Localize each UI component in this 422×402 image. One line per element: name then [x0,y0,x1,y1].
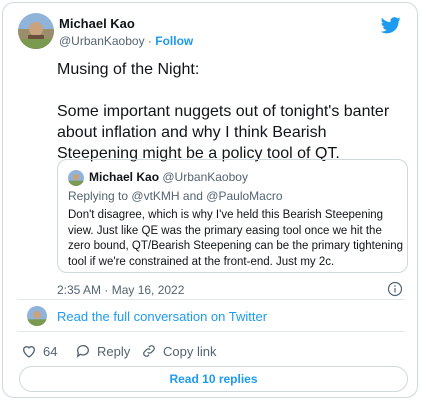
author-avatar[interactable] [18,13,54,49]
quoted-author-handle: @UrbanKaoboy [162,170,248,184]
like-count: 64 [43,343,58,359]
embedded-tweet-card: Michael Kao @UrbanKaoboy · Follow Musing… [2,2,418,398]
quoted-tweet[interactable]: Michael Kao @UrbanKaoboy Replying to @vt… [57,159,408,273]
read-full-conversation-link[interactable]: Read the full conversation on Twitter [57,309,267,324]
follow-button[interactable]: Follow [155,34,193,48]
reply-button[interactable]: Reply [75,343,130,359]
replying-conjunction: and [182,189,203,203]
quoted-author: Michael Kao @UrbanKaoboy [89,170,248,184]
divider-bottom [17,331,405,332]
author-handle[interactable]: @UrbanKaoboy [59,34,145,48]
tweet-paragraph-1: Musing of the Night: [57,61,200,78]
divider-top [17,299,405,300]
copy-link-button[interactable]: Copy link [141,343,216,359]
reply-icon [76,345,89,358]
twitter-bird-icon[interactable] [381,15,401,35]
quoted-text: Don't disagree, which is why I've held t… [68,209,403,268]
author-meta: @UrbanKaoboy · Follow [59,34,193,48]
replying-prefix: Replying to [68,189,129,203]
mention-paulomacro[interactable]: @PauloMacro [206,189,282,203]
quoted-author-avatar [68,170,84,186]
quoted-replying-to: Replying to @vtKMH and @PauloMacro [68,189,283,203]
conversation-avatar [27,306,47,326]
reply-label: Reply [97,343,131,359]
separator-dot: · [147,34,152,48]
read-replies-button[interactable]: Read 10 replies [19,366,408,392]
heart-icon [22,346,36,358]
tweet-timestamp[interactable]: 2:35 AM · May 16, 2022 [57,283,184,297]
link-icon [143,345,155,357]
quoted-author-name: Michael Kao [89,170,160,184]
like-button[interactable]: 64 [21,343,57,359]
mention-vtkmh[interactable]: @vtKMH [131,189,179,203]
tweet-text: Musing of the Night: Some important nugg… [57,59,407,164]
tweet-paragraph-2: Some important nuggets out of tonight's … [57,103,390,162]
author-name[interactable]: Michael Kao [59,16,135,31]
info-icon[interactable] [387,281,403,297]
copy-link-label: Copy link [163,343,217,359]
